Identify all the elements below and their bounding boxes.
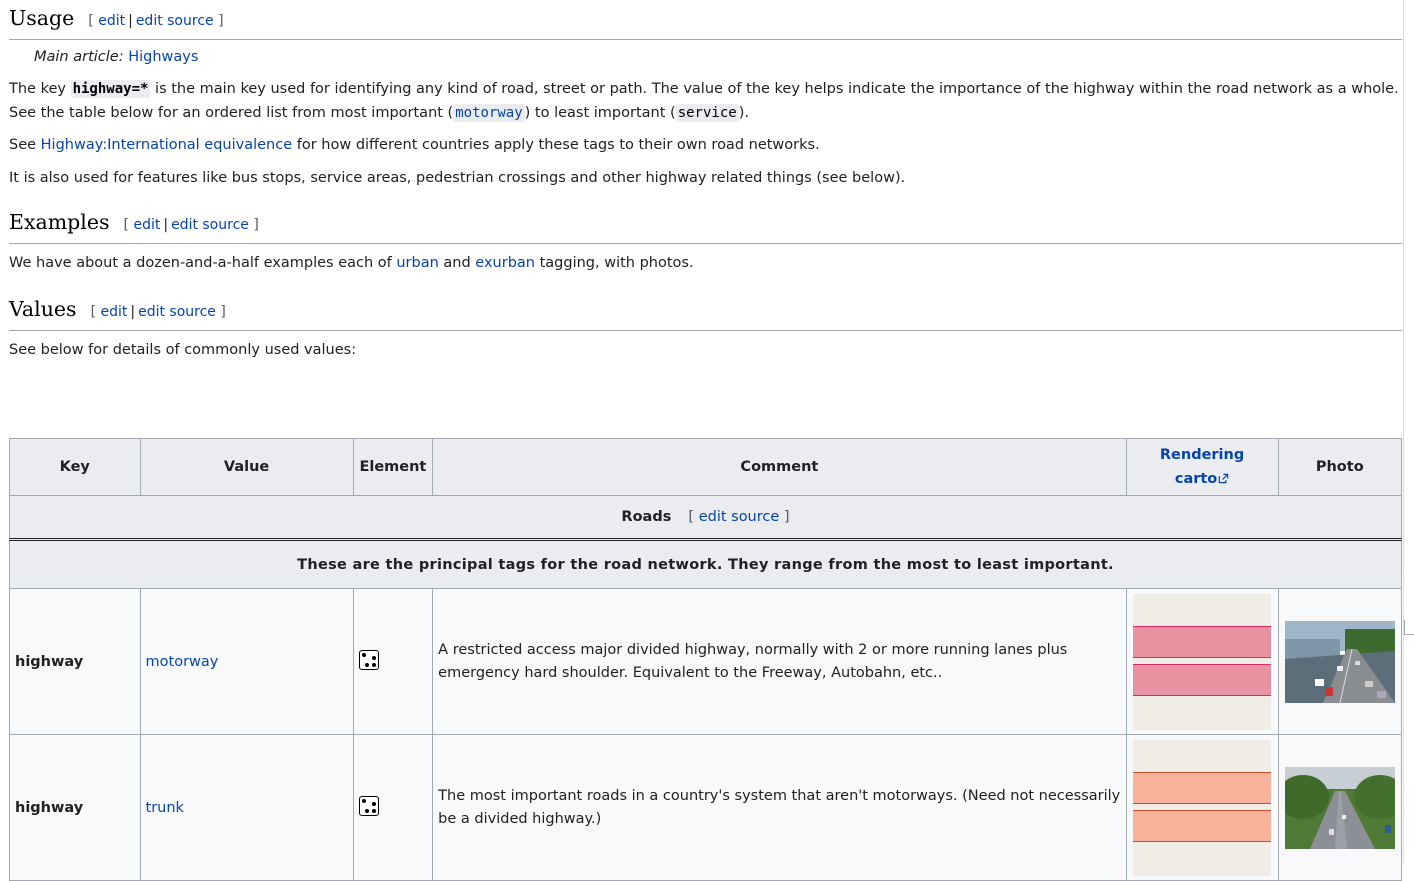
hatnote-link-highways[interactable]: Highways (128, 49, 198, 65)
examples-heading-text: Examples (9, 210, 110, 234)
page-corner-mark (1404, 620, 1414, 635)
header-key: Key (9, 438, 141, 496)
motorway-code-link[interactable]: motorway (453, 104, 525, 122)
header-rendering: Rendering carto (1125, 438, 1279, 496)
examples-edit-link[interactable]: edit (133, 217, 160, 233)
table-header-row: Key Value Element Comment Rendering cart… (9, 438, 1403, 496)
examples-edit-section: [ edit | edit source ] (123, 217, 259, 233)
row-key: highway (9, 588, 141, 735)
usage-p1-text-d: ). (738, 105, 749, 121)
values-edit-link[interactable]: edit (100, 304, 127, 320)
row-comment: The most important roads in a country's … (432, 734, 1127, 881)
roads-note-row: These are the principal tags for the roa… (9, 539, 1402, 589)
header-element: Element (352, 438, 434, 496)
value-motorway-link[interactable]: motorway (146, 654, 219, 670)
usage-edit-section: [ edit | edit source ] (88, 13, 224, 29)
table-row: highway trunk The most important roads i… (9, 734, 1403, 881)
section-heading-usage: Usage [ edit | edit source ] (9, 3, 1402, 40)
carto-link[interactable]: carto (1175, 471, 1229, 487)
row-value-cell: motorway (139, 588, 354, 735)
row-element-cell (352, 588, 434, 735)
usage-p2-text-b: for how different countries apply these … (292, 137, 820, 153)
article-content: Usage [ edit | edit source ] Main article:… (9, 0, 1402, 362)
examples-text-a: We have about a dozen-and-a-half example… (9, 255, 397, 271)
header-comment: Comment (432, 438, 1127, 496)
motorway-road-line-bottom (1133, 663, 1272, 696)
urban-link[interactable]: urban (396, 255, 438, 271)
header-value: Value (139, 438, 354, 496)
usage-edit-source-link[interactable]: edit source (136, 13, 214, 29)
values-edit-source-link[interactable]: edit source (138, 304, 216, 320)
row-key: highway (9, 734, 141, 881)
row-value-cell: trunk (139, 734, 354, 881)
motorway-road-line-top (1133, 625, 1272, 658)
usage-p2-text-a: See (9, 137, 41, 153)
section-heading-examples: Examples [ edit | edit source ] (9, 207, 1402, 244)
row-photo-cell (1277, 734, 1403, 881)
roads-section-title: Roads (621, 509, 672, 525)
trunk-photo[interactable] (1284, 766, 1395, 849)
examples-paragraph: We have about a dozen-and-a-half example… (9, 251, 1402, 275)
row-rendering-cell (1125, 588, 1279, 735)
examples-text-b: and (438, 255, 476, 271)
hatnote-prefix: Main article: (34, 49, 124, 65)
roads-note: These are the principal tags for the roa… (9, 539, 1402, 589)
section-heading-values: Values [ edit | edit source ] (9, 294, 1402, 331)
roads-edit-source-link[interactable]: edit source (699, 509, 780, 525)
usage-p1-text-c: ) to least important ( (524, 105, 676, 121)
examples-text-c: tagging, with photos. (534, 255, 694, 271)
row-comment: A restricted access major divided highwa… (432, 588, 1127, 735)
values-heading-text: Values (9, 297, 77, 321)
motorway-rendering-sample (1133, 593, 1272, 730)
usage-paragraph-1: The key highway=* is the main key used f… (9, 77, 1402, 125)
highway-values-table: Key Value Element Comment Rendering cart… (9, 438, 1403, 881)
motorway-photo[interactable] (1284, 620, 1395, 703)
roads-section-row: Roads [ edit source ] (9, 495, 1402, 541)
row-photo-cell (1277, 588, 1403, 735)
values-paragraph: See below for details of commonly used v… (9, 342, 357, 358)
carto-text: carto (1174, 471, 1218, 487)
row-element-cell (352, 734, 434, 881)
header-photo: Photo (1277, 438, 1403, 496)
trunk-road-line-bottom (1133, 809, 1272, 842)
roads-section-header: Roads [ edit source ] (9, 495, 1402, 541)
usage-heading-text: Usage (9, 6, 75, 30)
rendering-link[interactable]: Rendering (1160, 447, 1244, 463)
usage-paragraph-3: It is also used for features like bus st… (9, 170, 906, 186)
usage-edit-link[interactable]: edit (98, 13, 125, 29)
highway-key-code: highway=* (70, 80, 151, 98)
trunk-road-line-top (1133, 771, 1272, 804)
exurban-link[interactable]: exurban (475, 255, 535, 271)
main-article-hatnote: Main article: Highways (9, 45, 1402, 69)
value-trunk-link[interactable]: trunk (146, 800, 184, 816)
roads-edit-section: [ edit source ] (688, 509, 790, 525)
table-row: highway motorway A restricted access maj… (9, 588, 1403, 735)
external-link-icon (1219, 473, 1229, 484)
examples-edit-source-link[interactable]: edit source (171, 217, 249, 233)
usage-paragraph-2: See Highway:International equivalence fo… (9, 133, 1402, 157)
trunk-rendering-sample (1133, 739, 1272, 876)
row-rendering-cell (1125, 734, 1279, 881)
values-edit-section: [ edit | edit source ] (90, 304, 226, 320)
usage-p1-text-a: The key (9, 81, 71, 97)
way-element-icon[interactable] (358, 649, 379, 670)
page-edge-rule (1403, 0, 1404, 864)
way-element-icon[interactable] (358, 795, 379, 816)
service-code: service (675, 104, 739, 122)
international-equivalence-link[interactable]: Highway:International equivalence (41, 137, 292, 153)
